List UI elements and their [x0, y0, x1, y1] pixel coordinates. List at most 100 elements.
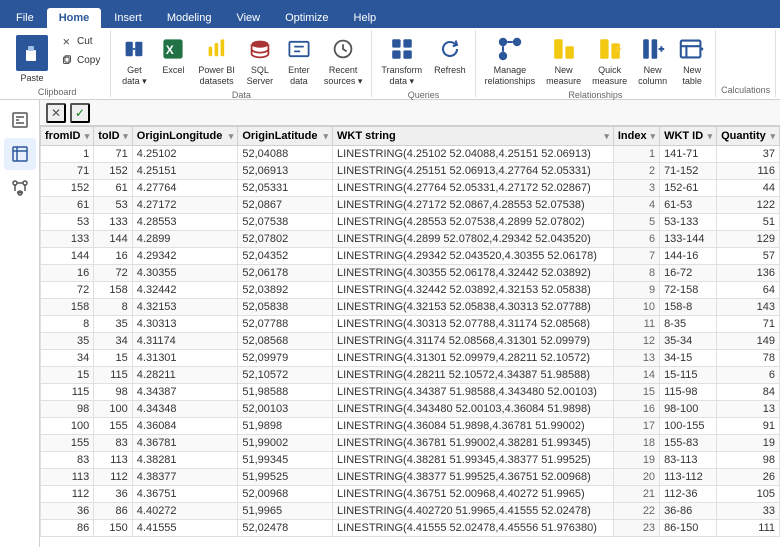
table-row[interactable]: 15884.3215352,05838LINESTRING(4.32153 52… — [41, 299, 780, 316]
recent-sources-button[interactable]: Recentsources ▾ — [319, 32, 368, 90]
refresh-button[interactable]: Refresh — [429, 32, 471, 79]
table-cell: 143 — [717, 299, 780, 316]
new-measure-button[interactable]: Newmeasure — [541, 32, 586, 90]
table-cell: 113 — [41, 469, 94, 486]
table-cell: LINESTRING(4.25102 52.04088,4.25151 52.0… — [333, 146, 614, 163]
table-row[interactable]: 36864.4027251,9965LINESTRING(4.402720 51… — [41, 503, 780, 520]
table-cell: 72 — [94, 265, 133, 282]
table-row[interactable]: 831134.3828151,99345LINESTRING(4.38281 5… — [41, 452, 780, 469]
table-cell: 61 — [41, 197, 94, 214]
table-cell: 133 — [41, 231, 94, 248]
table-row[interactable]: 861504.4155552,02478LINESTRING(4.41555 5… — [41, 520, 780, 537]
table-cell: 51,98588 — [238, 384, 333, 401]
redo-button[interactable]: ✓ — [70, 103, 90, 123]
table-cell: 144-16 — [660, 248, 717, 265]
table-row[interactable]: 1714.2510252,04088LINESTRING(4.25102 52.… — [41, 146, 780, 163]
table-cell: 141-71 — [660, 146, 717, 163]
table-cell: 98 — [717, 452, 780, 469]
table-cell: 72-158 — [660, 282, 717, 299]
tab-file[interactable]: File — [4, 8, 46, 28]
table-row[interactable]: 1001554.3608451,9898LINESTRING(4.36084 5… — [41, 418, 780, 435]
table-cell: 4.41555 — [132, 520, 238, 537]
tab-view[interactable]: View — [224, 8, 272, 28]
table-cell: 4.28211 — [132, 367, 238, 384]
table-cell: 83 — [41, 452, 94, 469]
column-header-wkt_string[interactable]: WKT string▾ — [333, 127, 614, 146]
table-cell: 52,00103 — [238, 401, 333, 418]
quick-measure-button[interactable]: ⚡ Quickmeasure — [587, 32, 632, 90]
table-cell: 52,04352 — [238, 248, 333, 265]
table-cell: LINESTRING(4.28553 52.07538,4.2899 52.07… — [333, 214, 614, 231]
table-cell: 71-152 — [660, 163, 717, 180]
table-cell: LINESTRING(4.32153 52.05838,4.30313 52.0… — [333, 299, 614, 316]
table-cell: 36 — [41, 503, 94, 520]
table-cell: 155 — [41, 435, 94, 452]
table-row[interactable]: 152614.2776452,05331LINESTRING(4.27764 5… — [41, 180, 780, 197]
table-row[interactable]: 16724.3035552,06178LINESTRING(4.30355 52… — [41, 265, 780, 282]
table-cell: 34 — [41, 350, 94, 367]
table-cell: 83-113 — [660, 452, 717, 469]
table-cell: 78 — [717, 350, 780, 367]
column-header-originlatitude[interactable]: OriginLatitude▾ — [238, 127, 333, 146]
table-row[interactable]: 115984.3438751,98588LINESTRING(4.34387 5… — [41, 384, 780, 401]
table-cell: 4.32153 — [132, 299, 238, 316]
tab-help[interactable]: Help — [342, 8, 389, 28]
table-cell: 1 — [613, 146, 659, 163]
transform-button[interactable]: Transformdata ▾ — [376, 32, 427, 90]
table-row[interactable]: 144164.2934252,04352LINESTRING(4.29342 5… — [41, 248, 780, 265]
table-cell: 112-36 — [660, 486, 717, 503]
table-cell: 6 — [717, 367, 780, 384]
tab-home[interactable]: Home — [47, 8, 102, 28]
cut-button[interactable]: Cut — [56, 32, 104, 50]
table-row[interactable]: 61534.2717252,0867LINESTRING(4.27172 52.… — [41, 197, 780, 214]
copy-button[interactable]: Copy — [56, 51, 104, 69]
column-header-quantity[interactable]: Quantity▾ — [717, 127, 780, 146]
manage-relationships-button[interactable]: Managerelationships — [480, 32, 541, 90]
table-row[interactable]: 112364.3675152,00968LINESTRING(4.36751 5… — [41, 486, 780, 503]
table-row[interactable]: 34154.3130152,09979LINESTRING(4.31301 52… — [41, 350, 780, 367]
table-cell: 1 — [41, 146, 94, 163]
sidebar-model-icon[interactable] — [4, 172, 36, 204]
data-grid[interactable]: fromID▾toID▾OriginLongitude▾OriginLatitu… — [40, 126, 780, 547]
table-cell: 15 — [41, 367, 94, 384]
table-cell: LINESTRING(4.30313 52.07788,4.31174 52.0… — [333, 316, 614, 333]
column-header-index[interactable]: Index▾ — [613, 127, 659, 146]
table-row[interactable]: 35344.3117452,08568LINESTRING(4.31174 52… — [41, 333, 780, 350]
powerbi-button[interactable]: Power BIdatasets — [193, 32, 240, 90]
sidebar-data-icon[interactable] — [4, 138, 36, 170]
tab-insert[interactable]: Insert — [102, 8, 154, 28]
table-row[interactable]: 8354.3031352,07788LINESTRING(4.30313 52.… — [41, 316, 780, 333]
column-header-toid[interactable]: toID▾ — [94, 127, 133, 146]
tab-optimize[interactable]: Optimize — [273, 8, 340, 28]
table-cell: 21 — [613, 486, 659, 503]
table-row[interactable]: 531334.2855352,07538LINESTRING(4.28553 5… — [41, 214, 780, 231]
table-cell: LINESTRING(4.30355 52.06178,4.32442 52.0… — [333, 265, 614, 282]
column-header-wkt_id[interactable]: WKT ID▾ — [660, 127, 717, 146]
table-cell: 34 — [94, 333, 133, 350]
column-header-fromid[interactable]: fromID▾ — [41, 127, 94, 146]
new-column-button[interactable]: Newcolumn — [633, 32, 672, 90]
paste-button[interactable]: Paste — [10, 32, 54, 87]
excel-button[interactable]: X Excel — [154, 32, 192, 79]
tab-modeling[interactable]: Modeling — [155, 8, 224, 28]
table-row[interactable]: 1331444.289952,07802LINESTRING(4.2899 52… — [41, 231, 780, 248]
sql-button[interactable]: SQLServer — [241, 32, 279, 90]
new-table-button[interactable]: Newtable — [673, 32, 711, 90]
table-row[interactable]: 721584.3244252,03892LINESTRING(4.32442 5… — [41, 282, 780, 299]
table-row[interactable]: 981004.3434852,00103LINESTRING(4.343480 … — [41, 401, 780, 418]
get-data-button[interactable]: Getdata ▾ — [115, 32, 153, 90]
enter-data-button[interactable]: Enterdata — [280, 32, 318, 90]
table-cell: 15-115 — [660, 367, 717, 384]
table-cell: LINESTRING(4.28211 52.10572,4.34387 51.9… — [333, 367, 614, 384]
sidebar-report-icon[interactable] — [4, 104, 36, 136]
undo-button[interactable]: ✕ — [46, 103, 66, 123]
table-cell: LINESTRING(4.34387 51.98588,4.343480 52.… — [333, 384, 614, 401]
table-row[interactable]: 711524.2515152,06913LINESTRING(4.25151 5… — [41, 163, 780, 180]
table-row[interactable]: 155834.3678151,99002LINESTRING(4.36781 5… — [41, 435, 780, 452]
column-header-originlongitude[interactable]: OriginLongitude▾ — [132, 127, 238, 146]
table-row[interactable]: 1131124.3837751,99525LINESTRING(4.38377 … — [41, 469, 780, 486]
table-cell: 19 — [613, 452, 659, 469]
table-cell: LINESTRING(4.25151 52.06913,4.27764 52.0… — [333, 163, 614, 180]
table-cell: 17 — [613, 418, 659, 435]
table-row[interactable]: 151154.2821152,10572LINESTRING(4.28211 5… — [41, 367, 780, 384]
